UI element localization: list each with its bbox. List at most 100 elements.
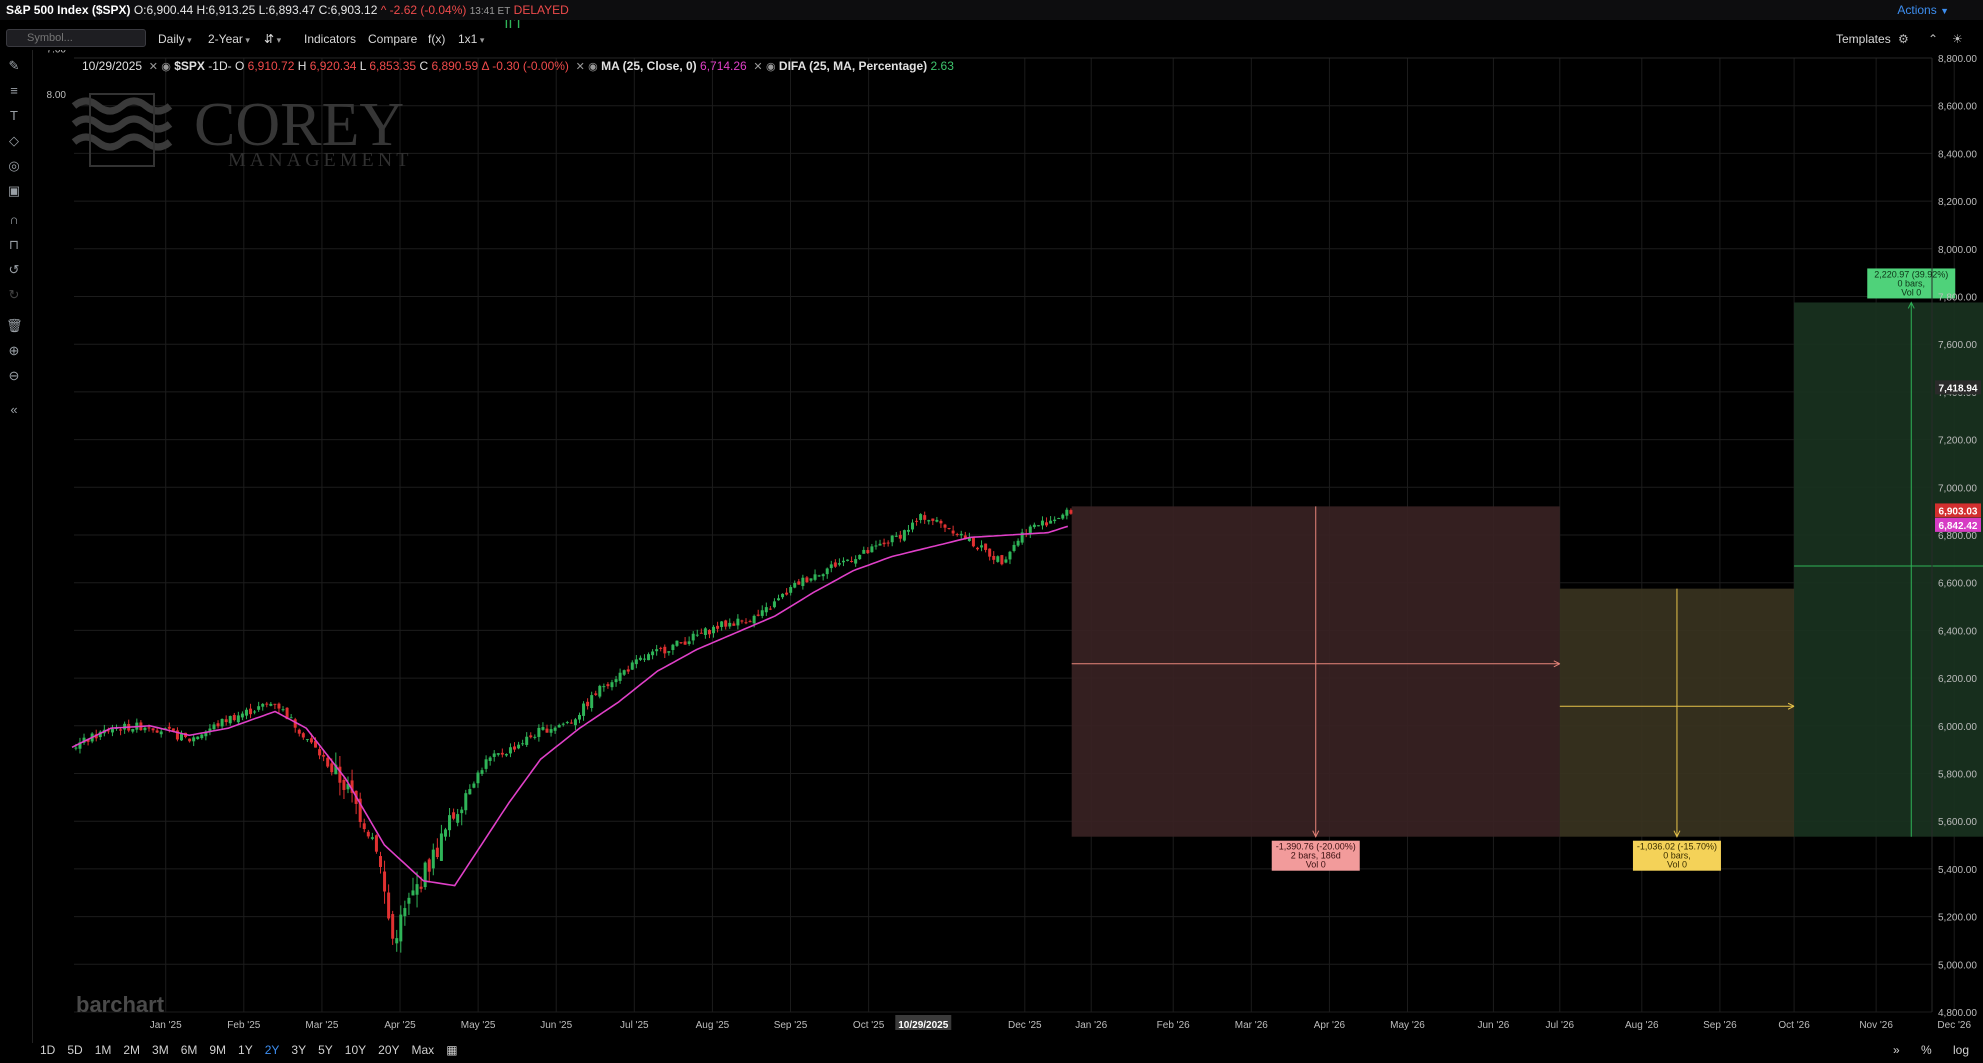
timeframe-1m[interactable]: 1M <box>95 1040 112 1060</box>
timeframe-20y[interactable]: 20Y <box>378 1040 399 1060</box>
candle-body <box>370 837 374 839</box>
candle-body <box>594 693 598 695</box>
candle-body <box>196 736 200 740</box>
chart-toolbar: Daily 2-Year ⇵ Indicators Compare f(x) 1… <box>0 28 1983 50</box>
timeframe-3y[interactable]: 3Y <box>291 1040 306 1060</box>
magnet-icon[interactable]: ∩ <box>6 212 22 228</box>
trash-icon[interactable]: 🗑 <box>6 318 23 334</box>
undo-icon[interactable]: ↺ <box>6 262 22 278</box>
candle-body <box>679 642 683 644</box>
lines-icon[interactable]: ≡ <box>6 83 22 99</box>
collapse-icon[interactable]: ⌃ <box>1928 28 1938 50</box>
chart-canvas[interactable]: -1,390.76 (-20.00%)2 bars, 186dVol 0-1,0… <box>0 0 1983 1063</box>
candle-body <box>419 886 423 889</box>
candle-body <box>850 560 854 562</box>
x-tick-label: Feb '26 <box>1157 1020 1190 1031</box>
period-dropdown[interactable]: 2-Year <box>208 28 250 51</box>
indicators-button[interactable]: Indicators <box>304 28 356 50</box>
timeframe-2m[interactable]: 2M <box>123 1040 140 1060</box>
candle-body <box>261 703 265 707</box>
candle-body <box>634 659 638 665</box>
candle-body <box>975 547 979 550</box>
theme-sun-icon[interactable]: ☀ <box>1952 28 1963 50</box>
candle-body <box>590 695 594 708</box>
candle-body <box>874 545 878 547</box>
candle-body <box>192 737 196 742</box>
timeframe-1d[interactable]: 1D <box>40 1040 55 1060</box>
timeframe-3m[interactable]: 3M <box>152 1040 169 1060</box>
candle-body <box>951 530 955 534</box>
candle-body <box>841 560 845 563</box>
eye-icon[interactable]: ◉ <box>161 61 171 73</box>
ohlc-readout: O:6,900.44 H:6,913.25 L:6,893.47 C:6,903… <box>133 3 378 17</box>
symbol-search-input[interactable] <box>6 29 146 47</box>
x-tick-label: Jul '26 <box>1546 1020 1575 1031</box>
collapse-sidebar-icon[interactable]: « <box>6 402 22 418</box>
candle-body <box>232 714 236 721</box>
candle-body <box>740 620 744 622</box>
timeframe-9m[interactable]: 9M <box>209 1040 226 1060</box>
candle-body <box>911 522 915 530</box>
chart-type-icon[interactable]: ⇵ <box>264 28 281 51</box>
calendar-icon[interactable]: ▦ <box>446 1040 457 1060</box>
candle-body <box>464 793 468 811</box>
timeframe-2y[interactable]: 2Y <box>265 1040 280 1060</box>
actions-menu[interactable]: Actions ▼ <box>1897 0 1949 21</box>
annotation-icon[interactable]: ▣ <box>6 183 22 199</box>
candle-body <box>667 651 671 653</box>
timeframe-5d[interactable]: 5D <box>67 1040 82 1060</box>
chevrons-icon[interactable]: » <box>1893 1043 1900 1057</box>
timeframe-6m[interactable]: 6M <box>181 1040 198 1060</box>
fill-icon[interactable]: ◇ <box>6 133 22 149</box>
candle <box>598 684 602 699</box>
fx-button[interactable]: f(x) <box>428 28 445 50</box>
candle-body <box>724 620 728 627</box>
candle-body <box>606 684 610 687</box>
shapes-icon[interactable]: ◎ <box>6 158 22 174</box>
interval-dropdown[interactable]: Daily <box>158 28 192 51</box>
candle-body <box>557 724 561 728</box>
candle-body <box>971 537 975 547</box>
timeframe-5y[interactable]: 5Y <box>318 1040 333 1060</box>
close-icon[interactable]: ✕ <box>149 61 158 73</box>
close-icon[interactable]: ✕ <box>576 61 585 73</box>
percent-toggle[interactable]: % <box>1921 1043 1932 1057</box>
candle-body <box>781 593 785 598</box>
projection-drawdown-20pct[interactable] <box>1071 506 1561 838</box>
price-tick-label: 4,800.00 <box>1938 1008 1977 1019</box>
zoom-out-icon[interactable]: ⊖ <box>6 368 22 384</box>
candle-body <box>1032 524 1036 528</box>
candle-body <box>569 722 573 724</box>
gear-icon[interactable]: ⚙ <box>1898 28 1909 50</box>
candle-body <box>687 641 691 644</box>
candle-body <box>858 554 862 560</box>
timeframe-max[interactable]: Max <box>412 1040 435 1060</box>
lock-icon[interactable]: ⊓ <box>6 237 22 253</box>
timeframe-10y[interactable]: 10Y <box>345 1040 366 1060</box>
candle-body <box>492 753 496 757</box>
templates-button[interactable]: Templates <box>1836 28 1891 50</box>
timeframe-1y[interactable]: 1Y <box>238 1040 253 1060</box>
candle-body <box>610 682 614 688</box>
candle-body <box>407 897 411 904</box>
eye-icon[interactable]: ◉ <box>588 61 598 73</box>
zoom-in-icon[interactable]: ⊕ <box>6 343 22 359</box>
zone-label-text: Vol 0 <box>1901 287 1921 297</box>
candle-body <box>919 514 923 521</box>
eye-icon[interactable]: ◉ <box>766 61 776 73</box>
projection-drawdown-15pct[interactable] <box>1559 588 1796 838</box>
price-tick-label: 5,400.00 <box>1938 865 1977 876</box>
legend-open: 6,910.72 <box>247 59 295 73</box>
x-tick-label: Aug '25 <box>696 1020 730 1031</box>
candle-body <box>565 722 569 724</box>
candle-body <box>821 574 825 577</box>
close-icon[interactable]: ✕ <box>753 61 762 73</box>
legend-ma-label: MA (25, Close, 0) <box>601 59 697 73</box>
layout-dropdown[interactable]: 1x1 <box>458 28 484 51</box>
candle-body <box>720 621 724 628</box>
text-tool-icon[interactable]: T <box>6 108 22 124</box>
candle-body <box>825 568 829 575</box>
log-toggle[interactable]: log <box>1953 1043 1969 1057</box>
pencil-icon[interactable]: ✎ <box>6 58 22 74</box>
compare-button[interactable]: Compare <box>368 28 417 50</box>
